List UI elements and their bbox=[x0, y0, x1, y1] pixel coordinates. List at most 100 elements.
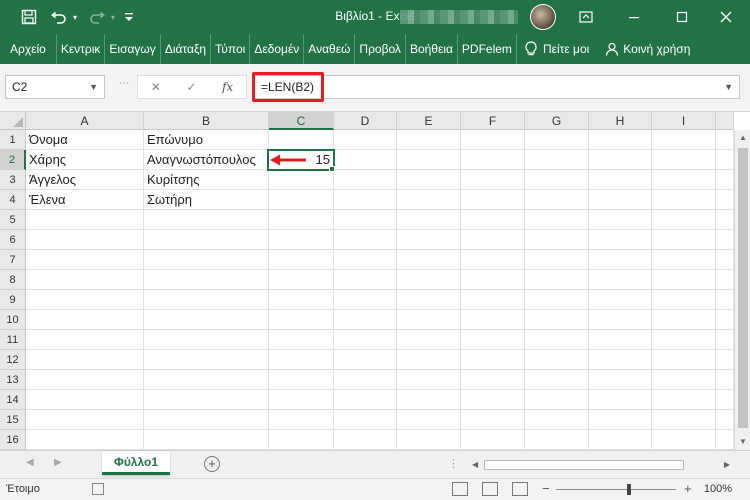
grid-cell[interactable] bbox=[269, 370, 334, 390]
cell-a2[interactable]: Χάρης bbox=[26, 150, 144, 170]
grid-cell[interactable] bbox=[269, 290, 334, 310]
fill-handle[interactable] bbox=[329, 166, 335, 172]
grid-cell[interactable] bbox=[716, 430, 734, 450]
grid-cell[interactable] bbox=[144, 310, 269, 330]
grid-cell[interactable] bbox=[716, 210, 734, 230]
row-header-4[interactable]: 4 bbox=[0, 190, 26, 210]
grid-cell[interactable] bbox=[144, 410, 269, 430]
grid-cell[interactable] bbox=[716, 390, 734, 410]
grid-cell[interactable] bbox=[589, 310, 652, 330]
grid-cell[interactable] bbox=[26, 410, 144, 430]
grid-cell[interactable] bbox=[461, 410, 525, 430]
horizontal-scrollbar[interactable]: ◀ ▶ bbox=[468, 458, 732, 472]
tab-home[interactable]: Κεντρικ bbox=[57, 34, 106, 64]
grid-cell[interactable] bbox=[144, 430, 269, 450]
grid-cell[interactable] bbox=[26, 230, 144, 250]
column-header-d[interactable]: D bbox=[334, 112, 397, 130]
grid-cell[interactable] bbox=[589, 430, 652, 450]
grid-cell[interactable] bbox=[589, 270, 652, 290]
grid-cell[interactable] bbox=[269, 330, 334, 350]
name-box[interactable]: C2 ▼ bbox=[5, 75, 105, 99]
sheet-tab-1[interactable]: Φύλλο1 bbox=[102, 451, 170, 475]
grid-cell[interactable] bbox=[397, 410, 461, 430]
grid-cell[interactable] bbox=[461, 250, 525, 270]
grid-cell[interactable] bbox=[525, 330, 589, 350]
row-header-3[interactable]: 3 bbox=[0, 170, 26, 190]
prev-sheet-icon[interactable]: ◀ bbox=[26, 457, 34, 468]
grid-cell[interactable] bbox=[716, 290, 734, 310]
column-header-b[interactable]: B bbox=[144, 112, 269, 130]
grid-cell[interactable] bbox=[525, 370, 589, 390]
tab-help[interactable]: Βοήθεια bbox=[406, 34, 458, 64]
cell-b2[interactable]: Αναγνωστόπουλος bbox=[144, 150, 269, 170]
grid-cell[interactable] bbox=[716, 150, 734, 170]
grid-cell[interactable] bbox=[269, 410, 334, 430]
grid-cell[interactable] bbox=[652, 310, 716, 330]
select-all-button[interactable] bbox=[0, 112, 26, 130]
grid-cell[interactable] bbox=[589, 150, 652, 170]
grid-cell[interactable] bbox=[716, 370, 734, 390]
grid-cell[interactable] bbox=[461, 190, 525, 210]
row-header-8[interactable]: 8 bbox=[0, 270, 26, 290]
grid-cell[interactable] bbox=[461, 290, 525, 310]
grid-cell[interactable] bbox=[397, 390, 461, 410]
row-header-2[interactable]: 2 bbox=[0, 150, 26, 170]
grid-cell[interactable] bbox=[144, 390, 269, 410]
grid-cell[interactable] bbox=[716, 190, 734, 210]
redo-dropdown-icon[interactable]: ▾ bbox=[108, 8, 118, 26]
grid-cell[interactable] bbox=[716, 250, 734, 270]
grid-cell[interactable] bbox=[397, 430, 461, 450]
row-header-12[interactable]: 12 bbox=[0, 350, 26, 370]
grid-cell[interactable] bbox=[269, 270, 334, 290]
page-layout-view-icon[interactable] bbox=[482, 482, 498, 496]
grid-cell[interactable] bbox=[525, 350, 589, 370]
scroll-left-icon[interactable]: ◀ bbox=[472, 458, 478, 472]
grid-cell[interactable] bbox=[144, 330, 269, 350]
grid-cell[interactable] bbox=[716, 350, 734, 370]
grid-cell[interactable] bbox=[589, 290, 652, 310]
close-icon[interactable] bbox=[706, 0, 746, 34]
grid-cell[interactable] bbox=[652, 290, 716, 310]
grid-cell[interactable] bbox=[269, 350, 334, 370]
grid-cell[interactable] bbox=[397, 130, 461, 150]
share-button[interactable]: Κοινή χρήση bbox=[605, 42, 690, 56]
cell-a3[interactable]: Άγγελος bbox=[26, 170, 144, 190]
column-header-e[interactable]: E bbox=[397, 112, 461, 130]
grid-cell[interactable] bbox=[397, 190, 461, 210]
tab-review[interactable]: Αναθεώ bbox=[304, 34, 356, 64]
grid-cell[interactable] bbox=[334, 170, 397, 190]
grid-cell[interactable] bbox=[26, 330, 144, 350]
row-header-16[interactable]: 16 bbox=[0, 430, 26, 450]
grid-cell[interactable] bbox=[461, 130, 525, 150]
save-icon[interactable] bbox=[20, 8, 38, 26]
grid-cell[interactable] bbox=[652, 170, 716, 190]
grid-cell[interactable] bbox=[461, 390, 525, 410]
grid-cell[interactable] bbox=[461, 230, 525, 250]
grid-cell[interactable] bbox=[461, 370, 525, 390]
grid-cell[interactable] bbox=[652, 230, 716, 250]
grid-cell[interactable] bbox=[144, 210, 269, 230]
grid-cell[interactable] bbox=[397, 310, 461, 330]
grid-cell[interactable] bbox=[525, 390, 589, 410]
grid-cell[interactable] bbox=[652, 130, 716, 150]
scroll-up-icon[interactable]: ▲ bbox=[735, 130, 750, 146]
grid-cell[interactable] bbox=[716, 330, 734, 350]
grid-cell[interactable] bbox=[397, 330, 461, 350]
grid-cell[interactable] bbox=[397, 270, 461, 290]
grid-cell[interactable] bbox=[716, 230, 734, 250]
tab-data[interactable]: Δεδομέν bbox=[250, 34, 305, 64]
cell-a4[interactable]: Έλενα bbox=[26, 190, 144, 210]
grid-cell[interactable] bbox=[334, 370, 397, 390]
grid-cell[interactable] bbox=[144, 270, 269, 290]
grid-cell[interactable] bbox=[269, 170, 334, 190]
row-header-1[interactable]: 1 bbox=[0, 130, 26, 150]
grid-cell[interactable] bbox=[269, 210, 334, 230]
grid-cell[interactable] bbox=[716, 270, 734, 290]
zoom-in-button[interactable]: + bbox=[684, 481, 692, 496]
grid-cell[interactable] bbox=[144, 350, 269, 370]
customize-quick-access-icon[interactable] bbox=[122, 8, 136, 26]
grid-cell[interactable] bbox=[334, 210, 397, 230]
cell-b4[interactable]: Σωτήρη bbox=[144, 190, 269, 210]
redo-icon[interactable] bbox=[86, 8, 108, 26]
grid-cell[interactable] bbox=[26, 250, 144, 270]
